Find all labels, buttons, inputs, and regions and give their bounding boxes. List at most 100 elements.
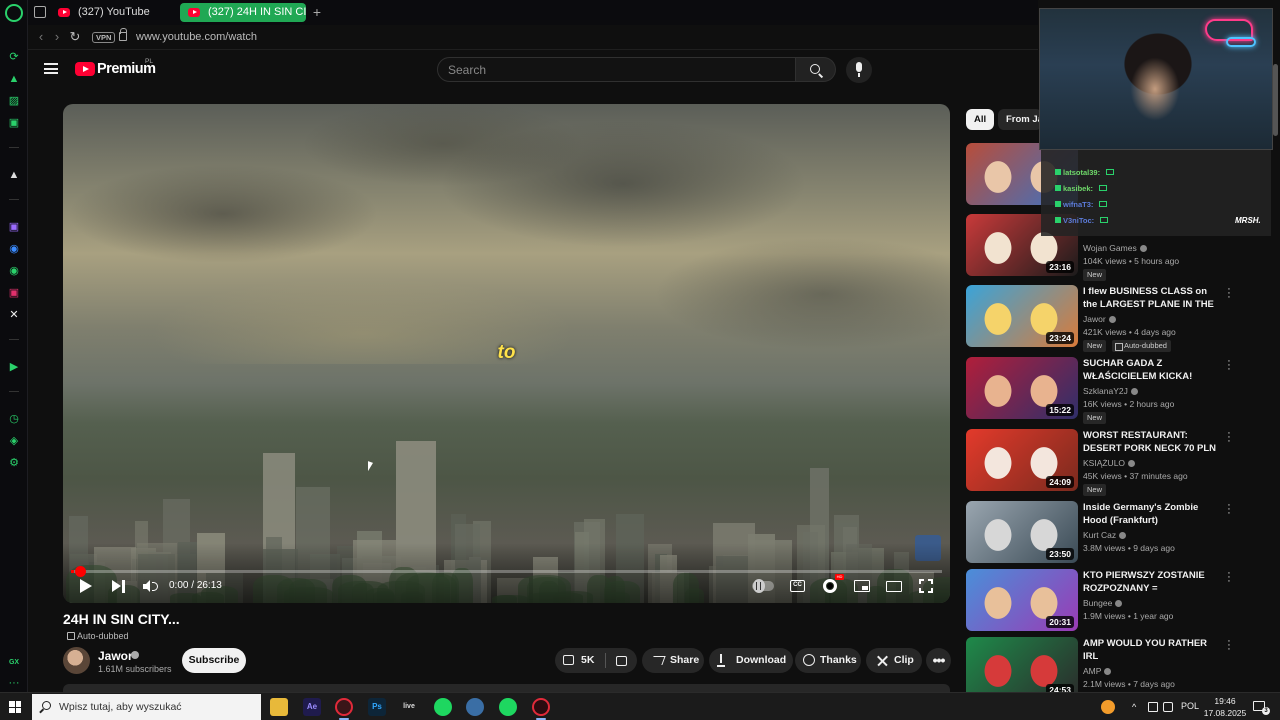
subscribe-button[interactable]: Subscribe bbox=[182, 648, 246, 673]
reload-icon[interactable]: ↻ bbox=[68, 29, 82, 45]
gx-label[interactable]: GX bbox=[7, 656, 21, 670]
whatsapp-icon[interactable]: ◉ bbox=[7, 264, 21, 278]
more-options-icon[interactable]: · · · bbox=[1226, 356, 1232, 375]
recommended-title[interactable]: KTO PIERWSZY ZOSTANIE ROZPOZNANY = PRZEG… bbox=[1083, 569, 1218, 595]
video-thumbnail[interactable]: 24:09 bbox=[966, 429, 1078, 491]
settings-icon[interactable]: ⚙ bbox=[7, 456, 21, 470]
language-indicator[interactable]: POL bbox=[1181, 701, 1199, 711]
settings-gear-icon[interactable] bbox=[823, 579, 837, 593]
gx-corner-icon[interactable]: ▨ bbox=[7, 94, 21, 108]
tray-chevron-icon[interactable]: ^ bbox=[1132, 702, 1142, 712]
back-icon[interactable]: ‹ bbox=[34, 29, 48, 45]
download-button[interactable]: Download bbox=[709, 648, 793, 673]
clock-date[interactable]: 17.08.2025 bbox=[1201, 708, 1249, 718]
new-tab-button[interactable]: + bbox=[309, 3, 325, 22]
more-options-icon[interactable]: · · · bbox=[1226, 500, 1232, 519]
channel-avatar[interactable] bbox=[63, 647, 90, 674]
video-player[interactable]: to 0:00 / 26:13 CC HD bbox=[63, 104, 950, 603]
extensions-icon[interactable]: ◈ bbox=[7, 434, 21, 448]
share-button[interactable]: Share bbox=[642, 648, 704, 673]
clip-button[interactable]: Clip bbox=[866, 648, 922, 673]
search-box[interactable] bbox=[437, 57, 796, 82]
video-thumbnail[interactable]: 15:22 bbox=[966, 357, 1078, 419]
recommended-channel[interactable]: Jawor bbox=[1083, 314, 1116, 324]
recommended-video[interactable]: 23:50 Inside Germany's Zombie Hood (Frank… bbox=[966, 500, 1236, 565]
play-button[interactable] bbox=[80, 579, 92, 593]
like-button[interactable]: 5K bbox=[555, 648, 603, 673]
youtube-logo-icon[interactable] bbox=[75, 62, 95, 76]
tab-current-video[interactable]: (327) 24H IN SIN CITY... bbox=[180, 3, 306, 22]
ai-aria-icon[interactable]: ▲ bbox=[7, 168, 21, 182]
sidebar-more-icon[interactable]: ··· bbox=[7, 676, 21, 690]
video-thumbnail[interactable]: 24:53 bbox=[966, 637, 1078, 699]
tab-manager-icon[interactable] bbox=[34, 6, 46, 18]
miniplayer-button[interactable] bbox=[854, 580, 870, 592]
forward-icon[interactable]: › bbox=[50, 29, 64, 45]
video-thumbnail[interactable]: 23:50 bbox=[966, 501, 1078, 563]
more-options-icon[interactable]: · · · bbox=[1226, 428, 1232, 447]
progress-scrubber-handle[interactable] bbox=[75, 566, 86, 577]
voice-search-button[interactable] bbox=[846, 57, 872, 83]
windows-start-icon[interactable] bbox=[9, 701, 21, 713]
search-input[interactable] bbox=[448, 62, 768, 78]
photoshop-icon[interactable]: Ps bbox=[368, 698, 386, 716]
speaker-icon[interactable] bbox=[1163, 702, 1173, 712]
spotify-icon[interactable] bbox=[499, 698, 517, 716]
scrollbar-thumb[interactable] bbox=[1273, 64, 1278, 136]
recommended-channel[interactable]: KSIĄŻULO bbox=[1083, 458, 1136, 468]
x-twitter-icon[interactable]: ✕ bbox=[7, 308, 21, 322]
more-actions-button[interactable]: ••• bbox=[926, 648, 951, 673]
recommended-title[interactable]: WORST RESTAURANT: DESERT PORK NECK 70 PL… bbox=[1083, 429, 1218, 455]
video-thumbnail[interactable]: 23:24 bbox=[966, 285, 1078, 347]
recommended-channel[interactable]: AMP bbox=[1083, 666, 1112, 676]
recommended-channel[interactable]: SzklanaY2J bbox=[1083, 386, 1138, 396]
recommended-video[interactable]: 20:31 KTO PIERWSZY ZOSTANIE ROZPOZNANY = … bbox=[966, 568, 1236, 633]
ccleaner-icon[interactable] bbox=[466, 698, 484, 716]
instagram-icon[interactable]: ▣ bbox=[7, 286, 21, 300]
hamburger-menu-icon[interactable] bbox=[44, 63, 58, 74]
file-explorer-icon[interactable] bbox=[270, 698, 288, 716]
player-icon[interactable]: ▶ bbox=[7, 360, 21, 374]
twitch-icon[interactable]: ▣ bbox=[7, 220, 21, 234]
lock-icon[interactable] bbox=[119, 28, 127, 41]
channel-name[interactable]: Jawor bbox=[98, 649, 133, 663]
taskbar-search-placeholder[interactable]: Wpisz tutaj, aby wyszukać bbox=[59, 701, 182, 713]
progress-bar[interactable] bbox=[71, 566, 942, 577]
spotify-icon[interactable] bbox=[434, 698, 452, 716]
fullscreen-button[interactable] bbox=[919, 579, 933, 593]
live-app-icon[interactable]: live bbox=[400, 698, 418, 716]
messenger-icon[interactable]: ◉ bbox=[7, 242, 21, 256]
more-options-icon[interactable]: · · · bbox=[1226, 636, 1232, 655]
recommended-title[interactable]: AMP WOULD YOU RATHER IRL bbox=[1083, 637, 1218, 663]
history-icon[interactable]: ◷ bbox=[7, 412, 21, 426]
opera-gx-icon[interactable] bbox=[532, 698, 550, 716]
dislike-button[interactable] bbox=[607, 648, 637, 673]
recommended-title[interactable]: Inside Germany's Zombie Hood (Frankfurt) bbox=[1083, 501, 1218, 527]
theater-mode-button[interactable] bbox=[886, 581, 902, 592]
tray-app-icon[interactable] bbox=[1101, 700, 1115, 714]
description-box[interactable] bbox=[63, 684, 950, 692]
taskbar-search[interactable]: Wpisz tutaj, aby wyszukać bbox=[32, 694, 261, 720]
subtitles-button[interactable]: CC bbox=[790, 580, 805, 592]
recommended-video[interactable]: 24:09 WORST RESTAURANT: DESERT PORK NECK … bbox=[966, 428, 1236, 496]
recommended-channel[interactable]: Wojan Games bbox=[1083, 243, 1147, 253]
clock-time[interactable]: 19:46 bbox=[1205, 696, 1245, 706]
opera-logo-icon[interactable] bbox=[5, 4, 23, 22]
network-icon[interactable] bbox=[1148, 702, 1158, 712]
autoplay-toggle[interactable] bbox=[752, 579, 774, 593]
gx-control-icon[interactable]: ▲ bbox=[7, 72, 21, 86]
vpn-badge[interactable]: VPN bbox=[92, 32, 116, 43]
recommended-video[interactable]: 15:22 SUCHAR GADA Z WŁAŚCICIELEM KICKA! G… bbox=[966, 356, 1236, 424]
search-button[interactable] bbox=[796, 57, 836, 82]
thanks-button[interactable]: Thanks bbox=[795, 648, 861, 673]
recommended-video[interactable]: 23:24 I flew BUSINESS CLASS on the LARGES… bbox=[966, 284, 1236, 352]
url-field[interactable]: www.youtube.com/watch bbox=[136, 31, 257, 43]
auto-dubbed-badge[interactable]: Auto-dubbed bbox=[64, 630, 129, 642]
video-thumbnail[interactable]: 20:31 bbox=[966, 569, 1078, 631]
tab-youtube-home[interactable]: (327) YouTube bbox=[50, 3, 172, 22]
recommended-channel[interactable]: Kurt Caz bbox=[1083, 530, 1127, 540]
more-options-icon[interactable]: · · · bbox=[1226, 568, 1232, 587]
opera-gx-icon[interactable] bbox=[335, 698, 353, 716]
recommended-title[interactable]: I flew BUSINESS CLASS on the LARGEST PLA… bbox=[1083, 285, 1218, 311]
after-effects-icon[interactable]: Ae bbox=[303, 698, 321, 716]
